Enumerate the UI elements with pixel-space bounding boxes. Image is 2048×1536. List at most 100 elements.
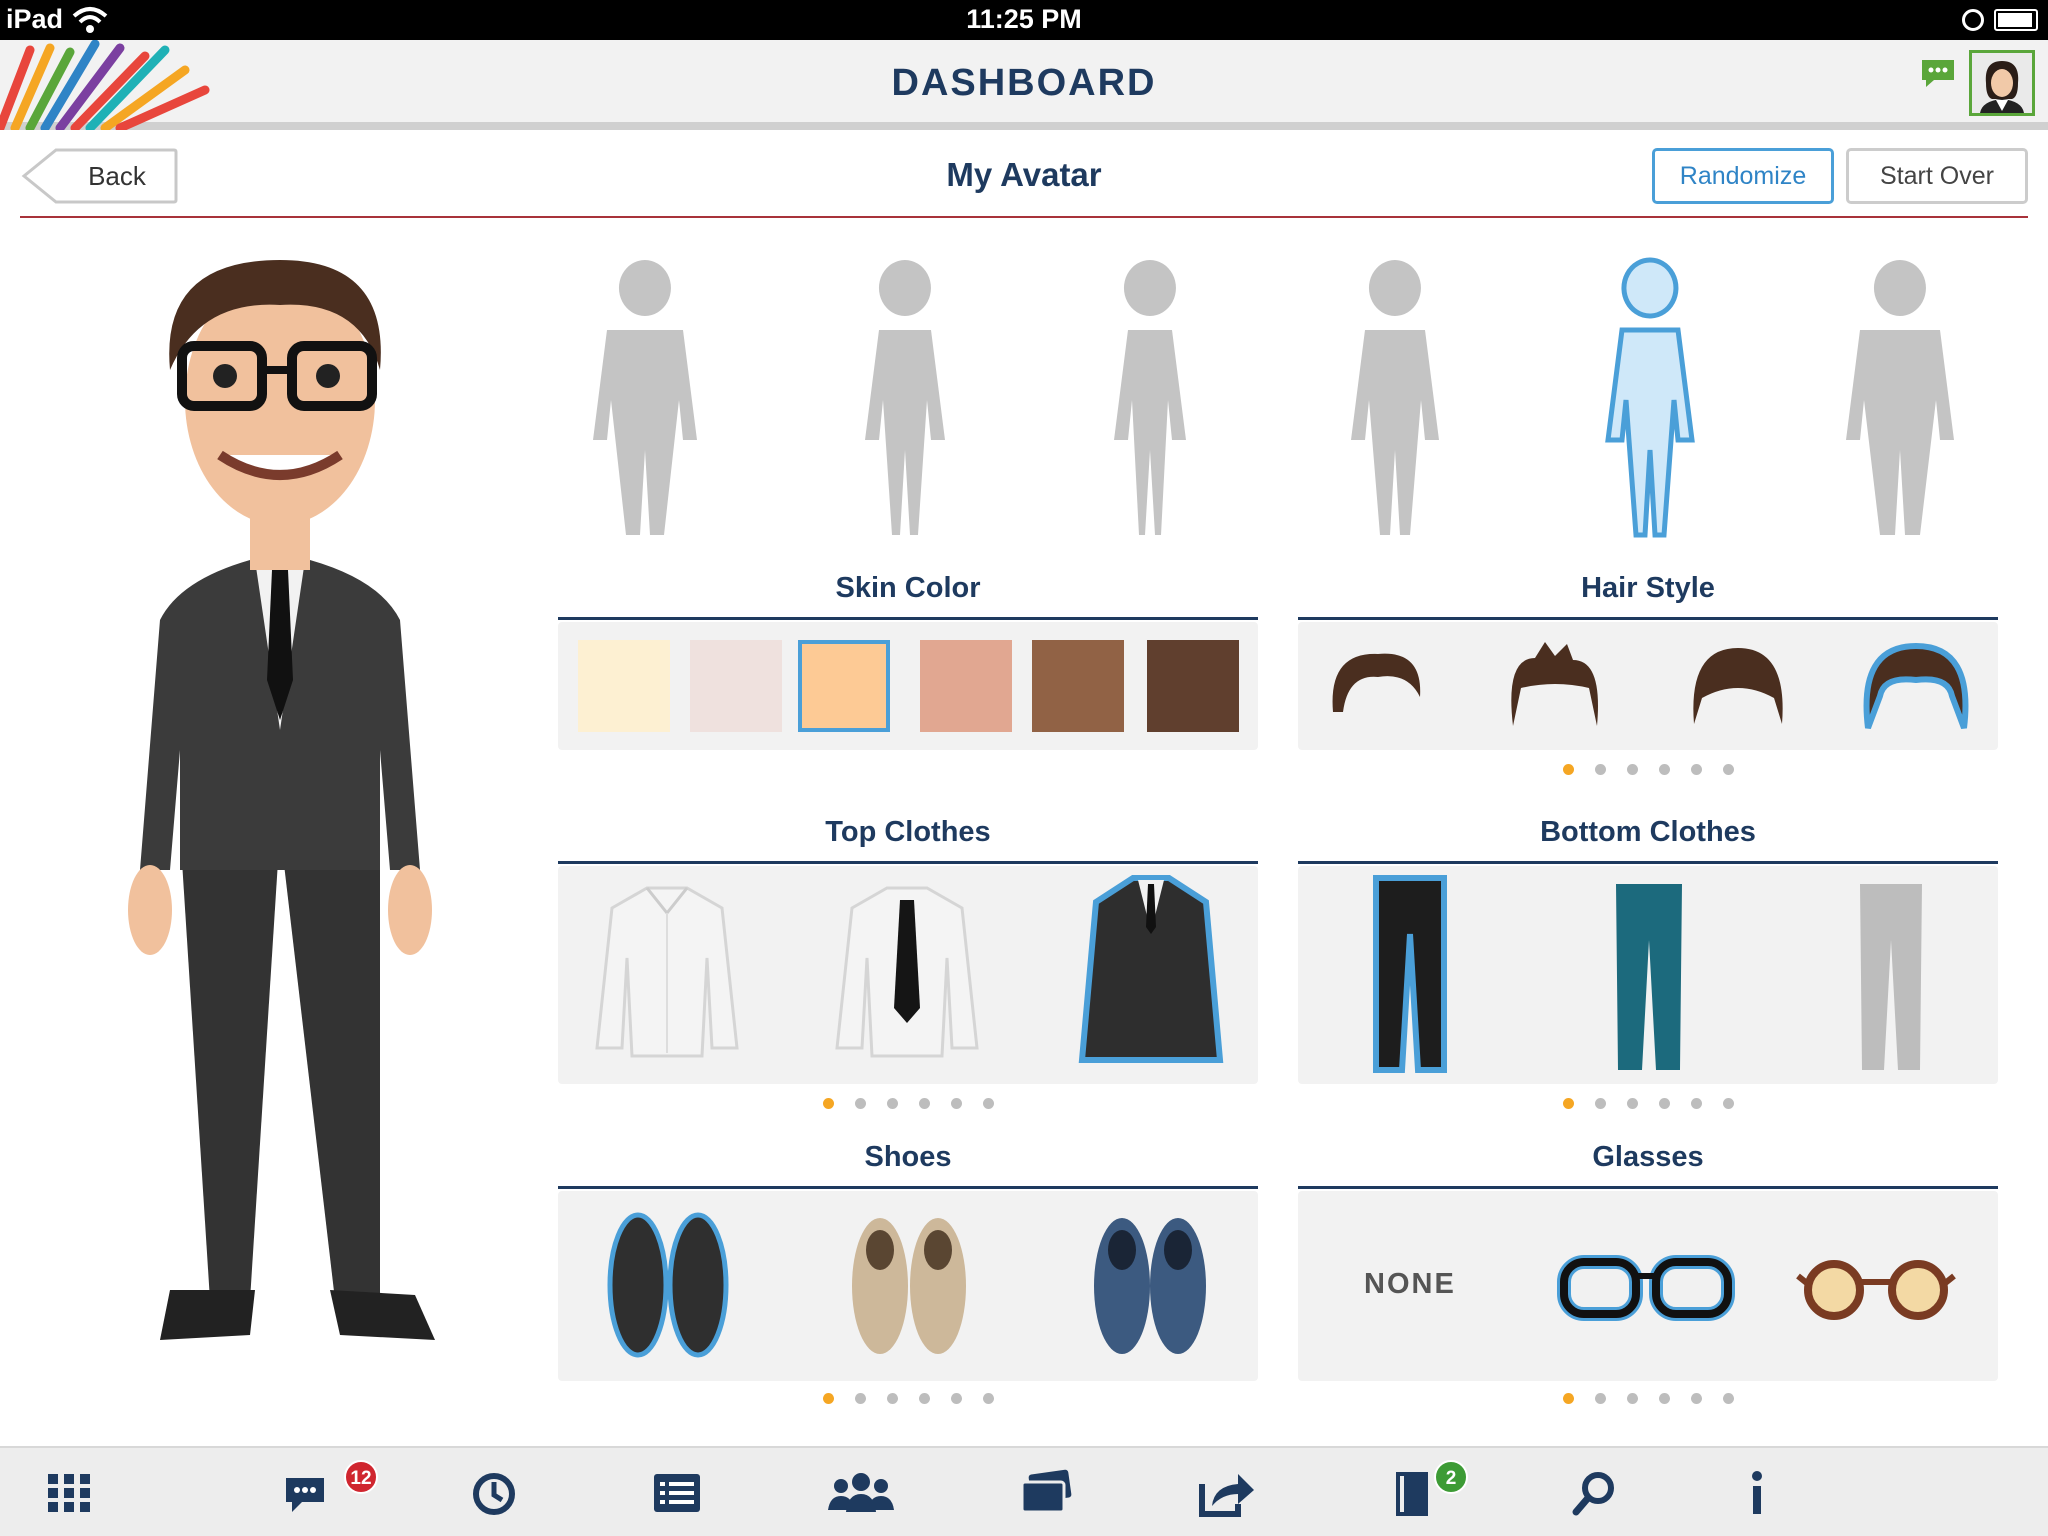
hair-option-1[interactable] [1328, 642, 1428, 722]
shoe-option-blue[interactable] [1090, 1214, 1210, 1358]
top-clothes-divider [558, 861, 1258, 864]
shoe-option-black[interactable] [604, 1210, 732, 1360]
body-type-option-1[interactable] [570, 250, 720, 540]
page-dot[interactable] [1627, 764, 1638, 775]
status-time: 11:25 PM [966, 4, 1082, 34]
page-dot[interactable] [919, 1393, 930, 1404]
page-dot[interactable] [1659, 764, 1670, 775]
page-dot[interactable] [1563, 764, 1574, 775]
page-dot[interactable] [1595, 1393, 1606, 1404]
page-dot[interactable] [1723, 1098, 1734, 1109]
page-dot[interactable] [855, 1393, 866, 1404]
page-dot[interactable] [951, 1098, 962, 1109]
info-icon[interactable] [1732, 1468, 1782, 1518]
chat-icon[interactable] [1920, 58, 1956, 88]
body-type-option-3[interactable] [1075, 250, 1225, 540]
skin-swatch-5[interactable] [1032, 640, 1124, 732]
people-icon[interactable] [826, 1468, 896, 1518]
page-dot[interactable] [1563, 1393, 1574, 1404]
share-icon[interactable] [1198, 1468, 1256, 1518]
hair-option-3[interactable] [1688, 642, 1788, 728]
cards-icon[interactable] [1018, 1468, 1074, 1518]
messages-icon[interactable] [284, 1468, 334, 1518]
page-dot[interactable] [887, 1098, 898, 1109]
randomize-button[interactable]: Randomize [1652, 148, 1834, 204]
page-dot[interactable] [887, 1393, 898, 1404]
search-icon[interactable] [1570, 1468, 1620, 1518]
hair-style-divider [1298, 617, 1998, 620]
page-dot[interactable] [983, 1393, 994, 1404]
page-dot[interactable] [951, 1393, 962, 1404]
page-dot[interactable] [1691, 764, 1702, 775]
apps-grid-icon[interactable] [44, 1468, 94, 1518]
page-dot[interactable] [1723, 1393, 1734, 1404]
page-dot[interactable] [823, 1098, 834, 1109]
page-dot[interactable] [1563, 1098, 1574, 1109]
glasses-divider [1298, 1186, 1998, 1189]
page-dot[interactable] [1691, 1098, 1702, 1109]
bottom-clothes-divider [1298, 861, 1998, 864]
page-dot[interactable] [1627, 1098, 1638, 1109]
history-icon[interactable] [468, 1468, 518, 1518]
shoe-option-tan[interactable] [848, 1214, 970, 1358]
list-icon[interactable] [652, 1468, 702, 1518]
skin-swatch-1[interactable] [578, 640, 670, 732]
body-type-option-6[interactable] [1825, 250, 1975, 540]
page-dot[interactable] [1627, 1393, 1638, 1404]
skin-swatch-3[interactable] [798, 640, 890, 732]
bottom-tab-bar: 12 2 [0, 1446, 2048, 1536]
app-header: DASHBOARD [0, 40, 2048, 130]
hair-style-pagination[interactable] [1563, 762, 1755, 776]
body-type-option-4[interactable] [1320, 250, 1470, 540]
skin-color-title: Skin Color [835, 572, 981, 604]
top-clothes-title: Top Clothes [825, 816, 991, 848]
page-dot[interactable] [919, 1098, 930, 1109]
avatar-preview [128, 260, 435, 1340]
bottom-option-black-pants[interactable] [1370, 874, 1450, 1074]
glasses-option-none[interactable]: NONE [1364, 1268, 1456, 1301]
top-option-black-suit[interactable] [1078, 872, 1224, 1068]
shoes-pagination[interactable] [823, 1391, 1015, 1405]
page-dot[interactable] [1659, 1098, 1670, 1109]
glasses-title: Glasses [1592, 1141, 1704, 1173]
clock-icon [1962, 9, 1984, 31]
page-dot[interactable] [1723, 764, 1734, 775]
status-bar: iPad 11:25 PM [0, 0, 2048, 40]
user-avatar[interactable] [1969, 50, 2035, 116]
bottom-option-grey-pants[interactable] [1856, 880, 1926, 1074]
body-type-option-5[interactable] [1575, 250, 1725, 540]
notebook-icon[interactable] [1390, 1468, 1440, 1518]
hair-option-2[interactable] [1505, 638, 1605, 730]
page-dot[interactable] [1595, 1098, 1606, 1109]
body-type-option-2[interactable] [830, 250, 980, 540]
notebook-badge: 2 [1434, 1460, 1468, 1494]
skin-swatch-6[interactable] [1147, 640, 1239, 732]
skin-color-divider [558, 617, 1258, 620]
page-header-title: DASHBOARD [891, 62, 1157, 104]
page-dot[interactable] [823, 1393, 834, 1404]
glasses-pagination[interactable] [1563, 1391, 1755, 1405]
glasses-option-black[interactable] [1556, 1252, 1736, 1324]
start-over-button[interactable]: Start Over [1846, 148, 2028, 204]
bottom-clothes-pagination[interactable] [1563, 1096, 1755, 1110]
top-option-white-shirt[interactable] [592, 878, 742, 1058]
divider [20, 216, 2028, 218]
page-dot[interactable] [983, 1098, 994, 1109]
page-dot[interactable] [1659, 1393, 1670, 1404]
hair-option-4[interactable] [1858, 640, 1974, 734]
top-option-shirt-tie[interactable] [832, 878, 982, 1058]
shoes-divider [558, 1186, 1258, 1189]
skin-swatch-2[interactable] [690, 640, 782, 732]
hair-style-title: Hair Style [1581, 572, 1715, 604]
bottom-clothes-title: Bottom Clothes [1540, 816, 1756, 848]
glasses-option-tortoise[interactable] [1794, 1256, 1958, 1320]
battery-icon [1994, 9, 2038, 31]
shoes-title: Shoes [864, 1141, 952, 1173]
messages-badge: 12 [344, 1460, 378, 1494]
page-dot[interactable] [855, 1098, 866, 1109]
page-dot[interactable] [1595, 764, 1606, 775]
top-clothes-pagination[interactable] [823, 1096, 1015, 1110]
skin-swatch-4[interactable] [920, 640, 1012, 732]
page-dot[interactable] [1691, 1393, 1702, 1404]
bottom-option-teal-pants[interactable] [1612, 880, 1686, 1074]
